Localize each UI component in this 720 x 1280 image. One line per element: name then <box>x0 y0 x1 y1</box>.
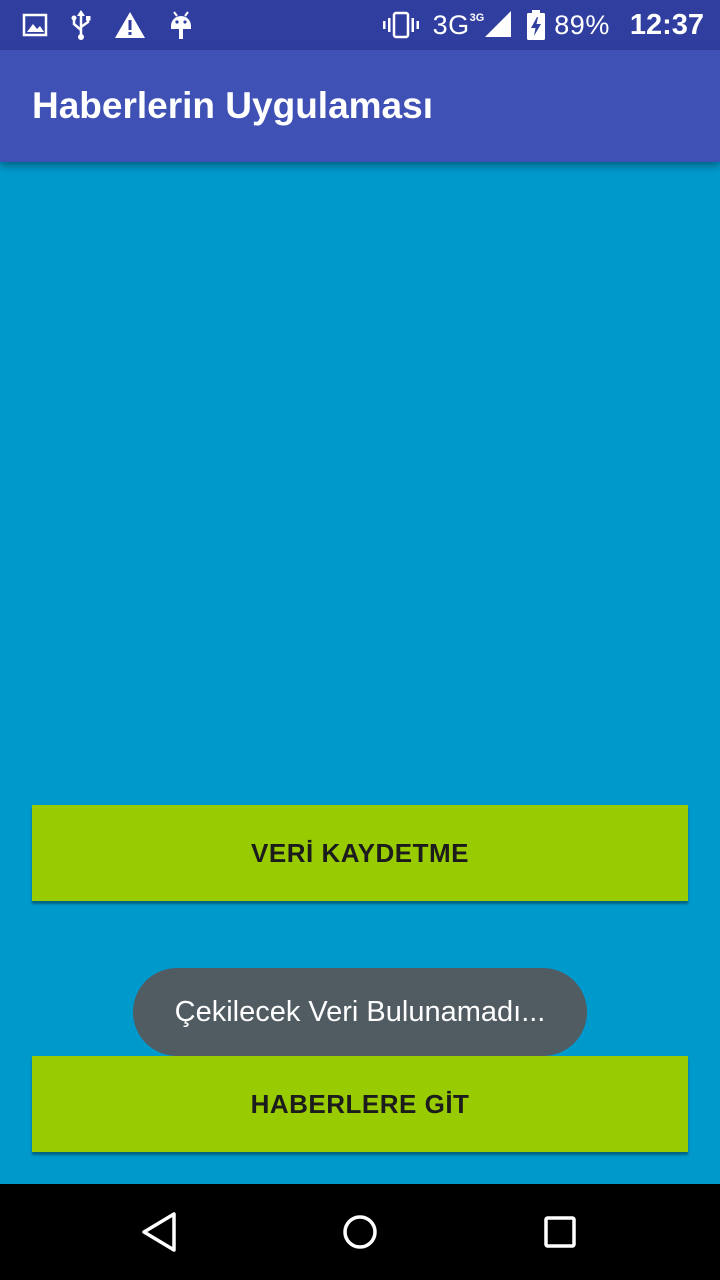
usb-icon <box>70 10 92 40</box>
app-title: Haberlerin Uygulaması <box>32 85 433 126</box>
save-data-button[interactable]: VERİ KAYDETME <box>32 805 688 901</box>
main-content: VERİ KAYDETME HABERLERE GİT Çekilecek Ve… <box>0 162 720 1184</box>
network-indicator: 3G 3G <box>433 10 513 41</box>
image-icon <box>22 12 48 38</box>
status-bar: 3G 3G 89% 12:37 <box>0 0 720 50</box>
battery-percent: 89% <box>554 9 610 40</box>
go-to-news-button[interactable]: HABERLERE GİT <box>32 1056 688 1152</box>
battery-charging-icon <box>526 10 546 40</box>
android-icon <box>168 10 194 40</box>
signal-icon <box>484 10 512 38</box>
status-bar-left <box>22 10 216 40</box>
recents-icon[interactable] <box>534 1206 586 1258</box>
status-time: 12:37 <box>629 8 704 41</box>
home-icon[interactable] <box>334 1206 386 1258</box>
warning-icon <box>114 11 146 39</box>
vibrate-icon <box>382 11 419 39</box>
app-bar: Haberlerin Uygulaması <box>0 50 720 162</box>
network-type-label: 3G <box>432 9 470 40</box>
network-type-small-label: 3G <box>469 11 485 24</box>
toast-message: Çekilecek Veri Bulunamadı... <box>133 968 587 1056</box>
navigation-bar <box>0 1184 720 1280</box>
status-bar-right: 3G 3G 89% 12:37 <box>369 9 704 42</box>
back-icon[interactable] <box>134 1206 186 1258</box>
